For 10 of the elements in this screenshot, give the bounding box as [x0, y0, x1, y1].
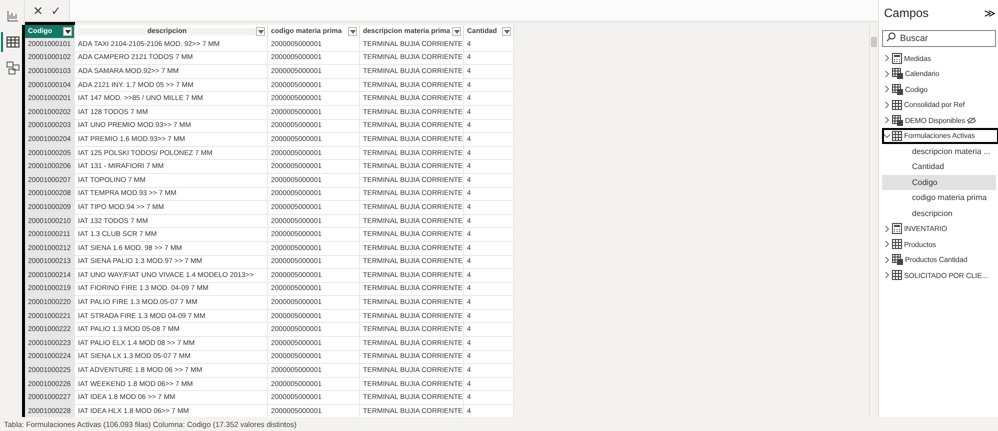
field-item[interactable]: Cantidad [882, 159, 996, 174]
field-item[interactable]: codigo materia prima [882, 190, 996, 206]
field-item[interactable]: Codigo [882, 174, 996, 190]
search-field[interactable]: Buscar [882, 30, 996, 46]
commit-button[interactable]: ✓ [51, 0, 61, 21]
field-item[interactable]: descripcion [882, 206, 996, 221]
cancel-button[interactable]: ✕ [33, 0, 43, 21]
field-item[interactable]: descripcion materia ... [882, 144, 996, 159]
pane-title: Campos [884, 6, 929, 20]
collapse-button[interactable]: ≫ [984, 6, 996, 20]
